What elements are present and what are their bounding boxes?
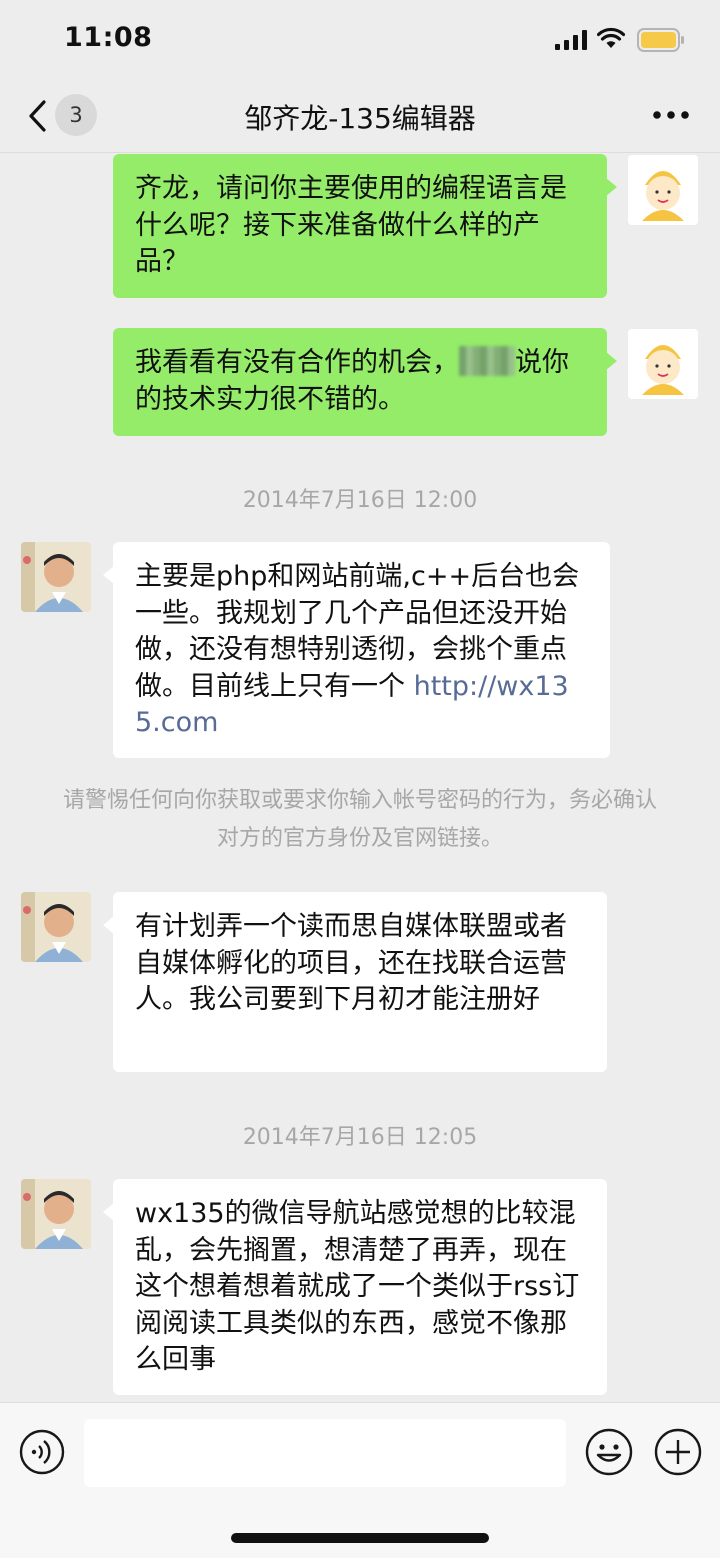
message-timestamp: 2014年7月16日 12:05 bbox=[242, 1125, 478, 1150]
own-avatar[interactable] bbox=[628, 329, 698, 399]
plus-icon[interactable] bbox=[654, 1428, 702, 1476]
own-message-bubble[interactable]: 我看看有没有合作的机会， 说你的技术实力很不错的。 bbox=[113, 328, 617, 436]
voice-icon[interactable] bbox=[19, 1429, 65, 1475]
message-text: 齐龙，请问你主要使用的编程语言是什么呢？接下来准备做什么样的产品？ bbox=[135, 173, 567, 277]
contact-message-bubble[interactable]: 主要是php和网站前端,c++后台也会一些。我规划了几个产品但还没开始做，还没有… bbox=[103, 542, 610, 758]
contact-avatar[interactable] bbox=[21, 892, 91, 962]
input-bar bbox=[0, 1402, 720, 1558]
person-avatar-icon bbox=[21, 892, 91, 962]
contact-avatar[interactable] bbox=[21, 542, 91, 612]
contact-avatar[interactable] bbox=[21, 1179, 91, 1249]
monk-avatar-icon bbox=[628, 155, 698, 225]
message-text: wx135的微信导航站感觉想的比较混乱，会先搁置，想清楚了再弄，现在这个想着想着… bbox=[135, 1198, 580, 1375]
person-avatar-icon bbox=[21, 542, 91, 612]
security-notice: 请警惕任何向你获取或要求你输入帐号密码的行为，务必确认对方的官方身份及官网链接。 bbox=[62, 788, 657, 851]
more-dots-icon[interactable] bbox=[652, 109, 690, 121]
chat-title: 邹齐龙-135编辑器 bbox=[244, 102, 476, 135]
nav-bar: 3 邹齐龙-135编辑器 bbox=[0, 80, 720, 153]
contact-message-bubble[interactable]: wx135的微信导航站感觉想的比较混乱，会先搁置，想清楚了再弄，现在这个想着想着… bbox=[103, 1179, 607, 1395]
own-message-bubble[interactable]: 齐龙，请问你主要使用的编程语言是什么呢？接下来准备做什么样的产品？ bbox=[113, 154, 617, 298]
message-text: 有计划弄一个读而思自媒体联盟或者自媒体孵化的项目，还在找联合运营人。我公司要到下… bbox=[135, 911, 567, 1015]
message-text: 我看看有没有合作的机会， bbox=[135, 347, 459, 378]
home-indicator[interactable] bbox=[231, 1533, 489, 1543]
wifi-icon bbox=[597, 27, 625, 48]
message-timestamp: 2014年7月16日 12:00 bbox=[242, 488, 478, 513]
signal-icon bbox=[555, 30, 587, 50]
contact-message-bubble[interactable]: 有计划弄一个读而思自媒体联盟或者自媒体孵化的项目，还在找联合运营人。我公司要到下… bbox=[103, 892, 607, 1072]
redacted-name bbox=[459, 346, 515, 376]
status-time: 11:08 bbox=[64, 22, 153, 53]
emoji-icon[interactable] bbox=[585, 1428, 633, 1476]
message-input[interactable] bbox=[84, 1419, 566, 1487]
status-bar: 11:08 bbox=[0, 0, 720, 80]
battery-icon bbox=[637, 28, 684, 52]
person-avatar-icon bbox=[21, 1179, 91, 1249]
monk-avatar-icon bbox=[628, 329, 698, 399]
own-avatar[interactable] bbox=[628, 155, 698, 225]
